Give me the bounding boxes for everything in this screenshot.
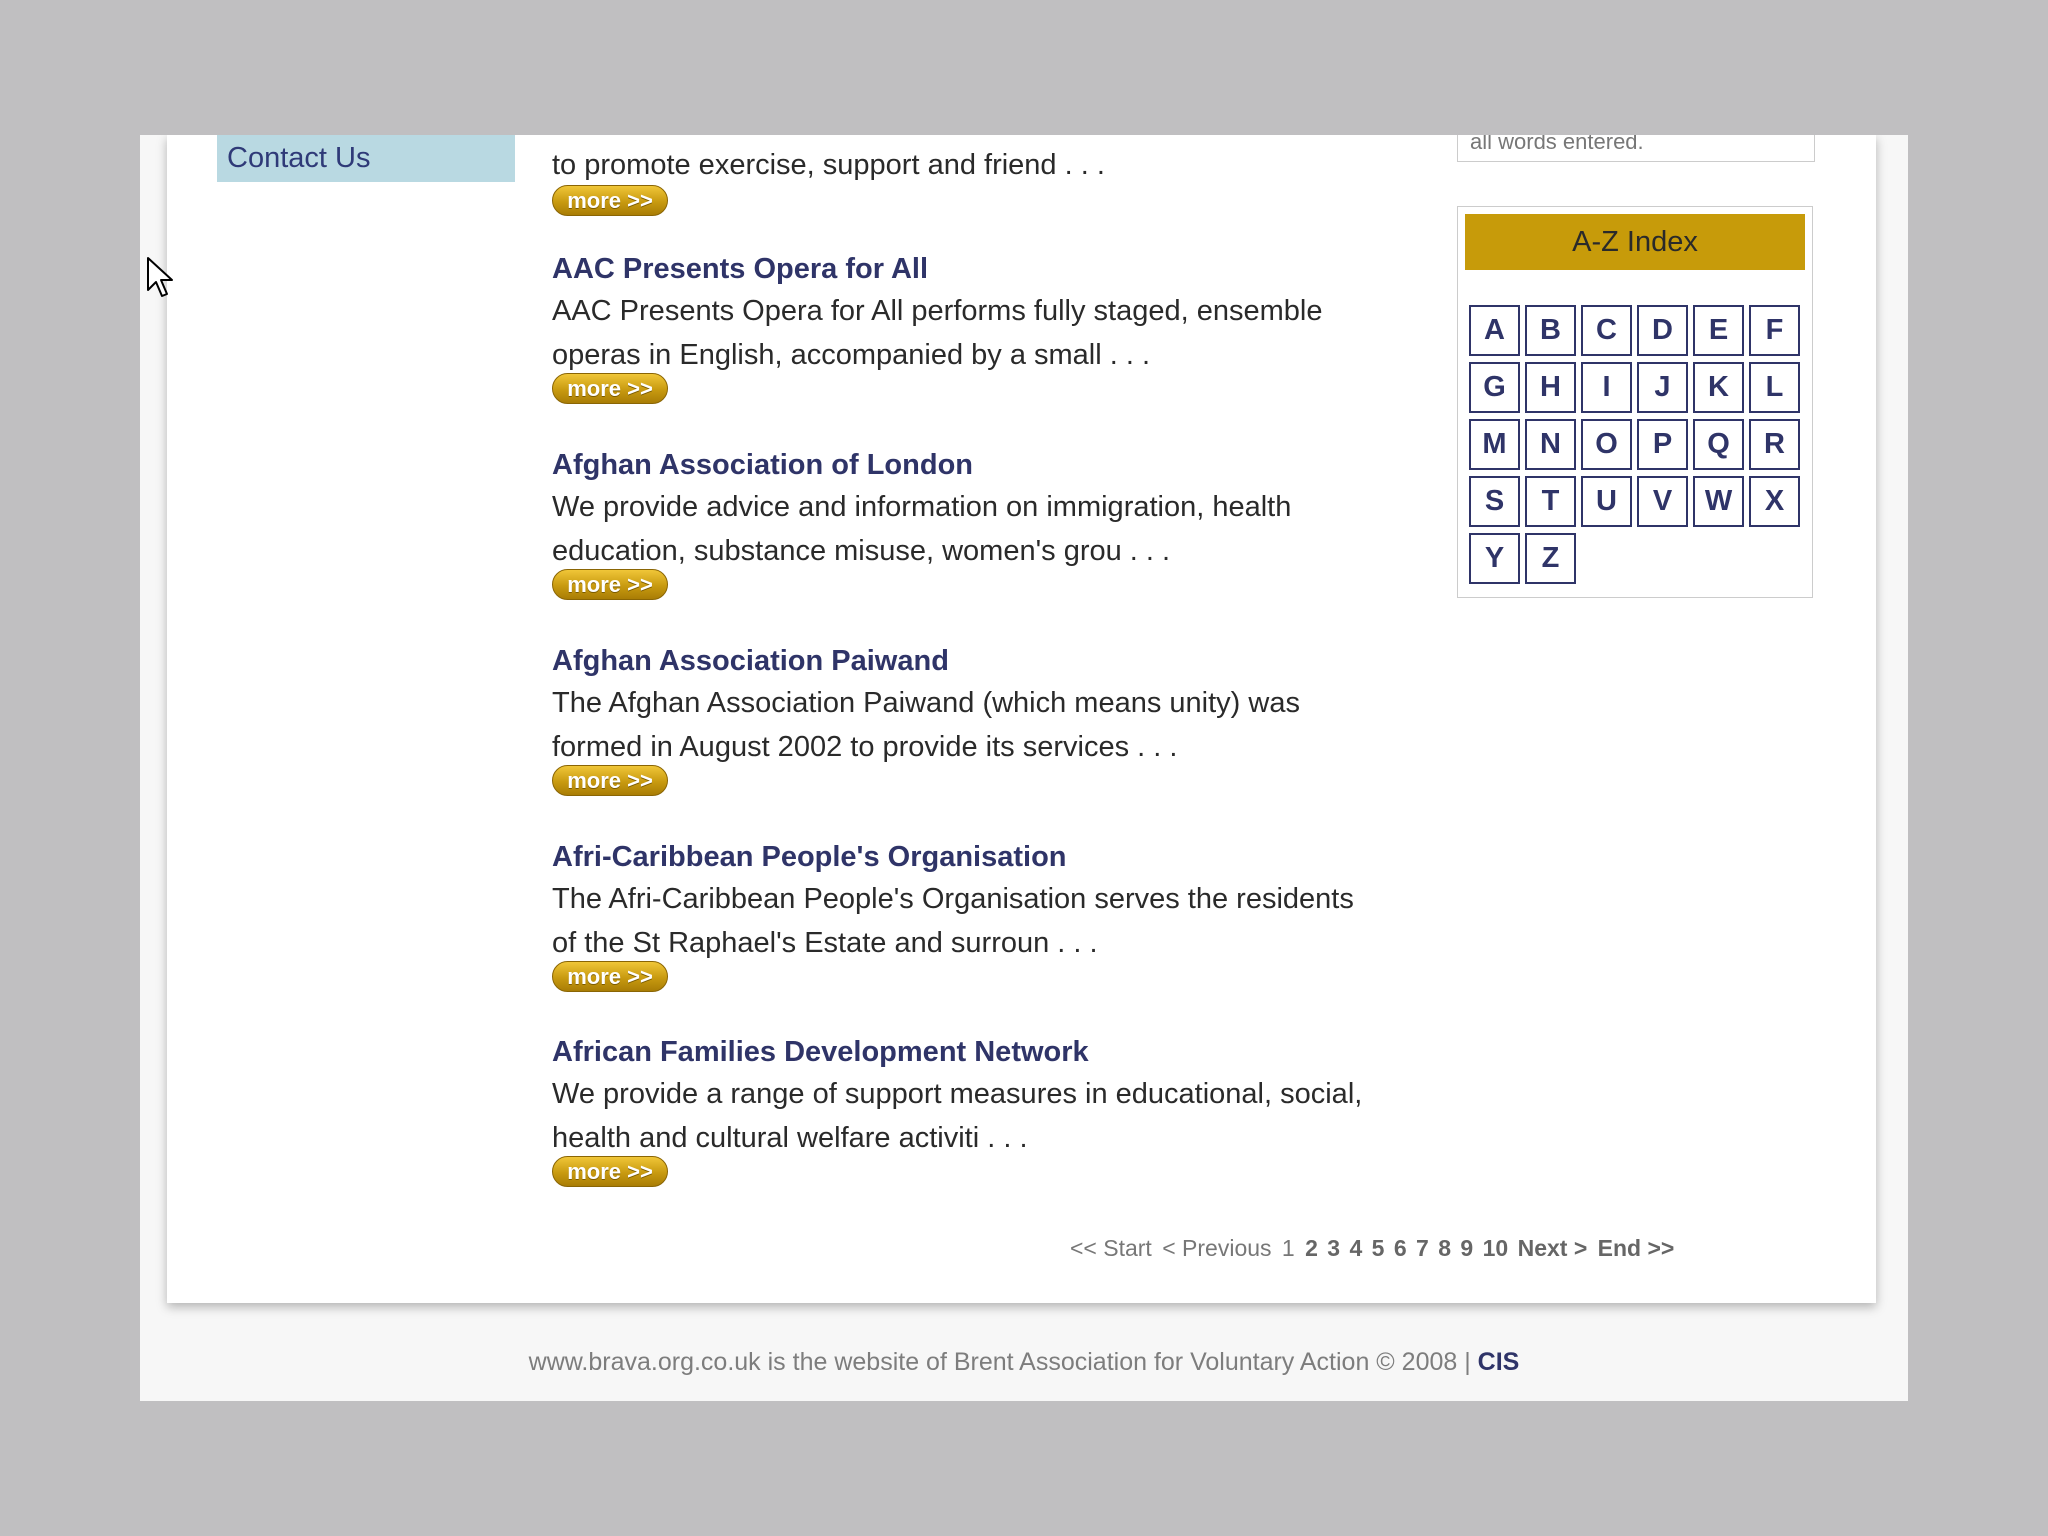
pagination-next-link[interactable]: Next >: [1518, 1235, 1588, 1261]
pagination: << Start < Previous 1 2 3 4 5 6 7 8 9 10…: [1070, 1235, 1678, 1262]
pagination-page-link[interactable]: 2: [1305, 1235, 1318, 1261]
pagination-page-link[interactable]: 9: [1460, 1235, 1473, 1261]
browser-viewport: Contact Us to promote exercise, support …: [140, 135, 1908, 1401]
entry-description: The Afghan Association Paiwand (which me…: [552, 687, 1300, 763]
az-letter-h[interactable]: H: [1525, 362, 1576, 413]
sidebar-item-contact-us[interactable]: Contact Us: [217, 135, 515, 182]
list-item: Afghan Association Paiwand The Afghan As…: [552, 643, 1382, 796]
az-letter-v[interactable]: V: [1637, 476, 1688, 527]
pagination-start-link[interactable]: << Start: [1070, 1235, 1152, 1261]
list-item: Afri-Caribbean People's Organisation The…: [552, 839, 1382, 992]
search-hint-text: all words entered.: [1470, 135, 1644, 154]
az-letter-g[interactable]: G: [1469, 362, 1520, 413]
az-letter-y[interactable]: Y: [1469, 533, 1520, 584]
pagination-page-link[interactable]: 8: [1438, 1235, 1451, 1261]
pagination-page-link[interactable]: 4: [1349, 1235, 1362, 1261]
az-letter-u[interactable]: U: [1581, 476, 1632, 527]
footer-text: www.brava.org.co.uk is the website of Br…: [528, 1348, 1471, 1376]
az-letter-l[interactable]: L: [1749, 362, 1800, 413]
az-letter-z[interactable]: Z: [1525, 533, 1576, 584]
footer-cis-link[interactable]: CIS: [1478, 1348, 1520, 1376]
list-item: AAC Presents Opera for All AAC Presents …: [552, 251, 1382, 404]
pagination-end-link[interactable]: End >>: [1598, 1235, 1675, 1261]
az-letter-e[interactable]: E: [1693, 305, 1744, 356]
az-letter-x[interactable]: X: [1749, 476, 1800, 527]
az-letter-c[interactable]: C: [1581, 305, 1632, 356]
entry-title-link[interactable]: African Families Development Network: [552, 1034, 1382, 1070]
pagination-current-page: 1: [1281, 1235, 1295, 1261]
az-letter-p[interactable]: P: [1637, 419, 1688, 470]
az-letter-n[interactable]: N: [1525, 419, 1576, 470]
page-content-card: Contact Us to promote exercise, support …: [167, 135, 1876, 1303]
pagination-page-link[interactable]: 6: [1394, 1235, 1407, 1261]
entry-description: to promote exercise, support and friend …: [552, 149, 1105, 181]
entry-description: AAC Presents Opera for All performs full…: [552, 295, 1323, 371]
pagination-previous-link[interactable]: < Previous: [1162, 1235, 1271, 1261]
pagination-page-link[interactable]: 3: [1327, 1235, 1340, 1261]
more-button[interactable]: more >>: [552, 961, 668, 992]
list-item: African Families Development Network We …: [552, 1034, 1382, 1187]
az-letter-f[interactable]: F: [1749, 305, 1800, 356]
entry-description: We provide advice and information on imm…: [552, 491, 1292, 567]
az-letter-b[interactable]: B: [1525, 305, 1576, 356]
search-panel: all words entered.: [1457, 135, 1815, 162]
pagination-page-link[interactable]: 5: [1372, 1235, 1385, 1261]
footer: www.brava.org.co.uk is the website of Br…: [140, 1348, 1908, 1377]
entry-title-link[interactable]: AAC Presents Opera for All: [552, 251, 1382, 287]
entry-description: The Afri-Caribbean People's Organisation…: [552, 883, 1354, 959]
az-letter-k[interactable]: K: [1693, 362, 1744, 413]
az-letter-m[interactable]: M: [1469, 419, 1520, 470]
az-letter-a[interactable]: A: [1469, 305, 1520, 356]
more-button[interactable]: more >>: [552, 185, 668, 216]
entry-description: We provide a range of support measures i…: [552, 1078, 1363, 1154]
entry-title-link[interactable]: Afri-Caribbean People's Organisation: [552, 839, 1382, 875]
entry-title-link[interactable]: Afghan Association Paiwand: [552, 643, 1382, 679]
more-button[interactable]: more >>: [552, 765, 668, 796]
az-letter-i[interactable]: I: [1581, 362, 1632, 413]
more-button[interactable]: more >>: [552, 373, 668, 404]
pagination-page-link[interactable]: 10: [1483, 1235, 1509, 1261]
more-button[interactable]: more >>: [552, 569, 668, 600]
list-item: Afghan Association of London We provide …: [552, 447, 1382, 600]
more-button[interactable]: more >>: [552, 1156, 668, 1187]
az-index-panel: A-Z Index A B C D E F G H I J K L M N O …: [1457, 206, 1813, 598]
az-letter-q[interactable]: Q: [1693, 419, 1744, 470]
az-letter-r[interactable]: R: [1749, 419, 1800, 470]
mouse-pointer-icon: [147, 257, 173, 297]
pagination-page-link[interactable]: 7: [1416, 1235, 1429, 1261]
entry-title-link[interactable]: Afghan Association of London: [552, 447, 1382, 483]
az-letter-grid: A B C D E F G H I J K L M N O P Q R S T: [1469, 305, 1805, 584]
az-letter-d[interactable]: D: [1637, 305, 1688, 356]
az-letter-t[interactable]: T: [1525, 476, 1576, 527]
az-letter-w[interactable]: W: [1693, 476, 1744, 527]
az-letter-o[interactable]: O: [1581, 419, 1632, 470]
az-index-title: A-Z Index: [1465, 214, 1805, 270]
az-letter-j[interactable]: J: [1637, 362, 1688, 413]
az-letter-s[interactable]: S: [1469, 476, 1520, 527]
